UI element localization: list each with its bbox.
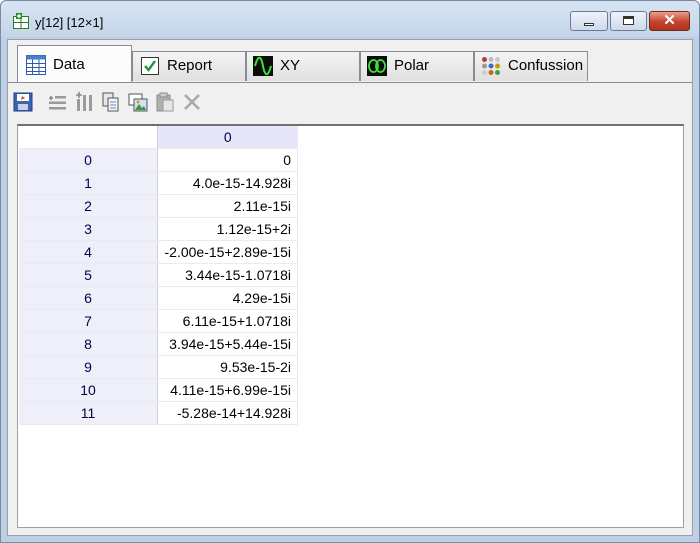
tab-confussion[interactable]: Confussion — [474, 51, 588, 81]
row-header[interactable]: 11 — [19, 401, 158, 425]
table-cell[interactable]: -2.00e-15+2.89e-15i — [157, 240, 298, 264]
tab-confussion-label: Confussion — [508, 57, 584, 74]
add-columns-icon[interactable] — [73, 91, 95, 113]
row-header[interactable]: 4 — [19, 240, 158, 264]
row-header[interactable]: 0 — [19, 148, 158, 172]
grid-corner — [19, 126, 158, 149]
save-icon[interactable] — [12, 91, 34, 113]
table-cell[interactable]: 1.12e-15+2i — [157, 217, 298, 241]
tab-strip: Data Report XY Polar Confussion — [8, 40, 692, 83]
table-cell[interactable]: 0 — [157, 148, 298, 172]
table-row[interactable]: 11 -5.28e-14+14.928i — [19, 401, 298, 425]
tab-polar-label: Polar — [394, 57, 430, 74]
toolbar — [8, 83, 692, 121]
data-table: 0 0 0 1 4.0e-15-14.928i 2 2.11e-15i 3 1.12e-15+… — [19, 126, 298, 425]
close-icon: ✕ — [663, 12, 676, 29]
tab-data[interactable]: Data — [17, 45, 132, 82]
window-title: y[12] [12×1] — [35, 15, 104, 30]
client-area: Data Report XY Polar Confussion 0 0 0 1 … — [7, 39, 693, 536]
paste-icon[interactable] — [154, 91, 176, 113]
maximize-button[interactable] — [610, 11, 647, 31]
polar-plot-icon — [367, 56, 387, 76]
table-cell[interactable]: 6.11e-15+1.0718i — [157, 309, 298, 333]
row-header[interactable]: 9 — [19, 355, 158, 379]
copy-icon[interactable] — [100, 91, 122, 113]
close-button[interactable]: ✕ — [649, 11, 690, 31]
table-row[interactable]: 6 4.29e-15i — [19, 286, 298, 310]
data-grid[interactable]: 0 0 0 1 4.0e-15-14.928i 2 2.11e-15i 3 1.12e-15+… — [17, 124, 684, 528]
waveform-icon — [253, 56, 273, 76]
table-row[interactable]: 2 2.11e-15i — [19, 194, 298, 218]
row-header[interactable]: 6 — [19, 286, 158, 310]
table-cell[interactable]: 9.53e-15-2i — [157, 355, 298, 379]
table-cell[interactable]: 3.94e-15+5.44e-15i — [157, 332, 298, 356]
checkbox-icon — [141, 57, 159, 75]
row-header[interactable]: 3 — [19, 217, 158, 241]
table-row[interactable]: 7 6.11e-15+1.0718i — [19, 309, 298, 333]
row-header[interactable]: 5 — [19, 263, 158, 287]
tab-xy[interactable]: XY — [246, 51, 360, 81]
table-cell[interactable]: -5.28e-14+14.928i — [157, 401, 298, 425]
row-header[interactable]: 1 — [19, 171, 158, 195]
table-row[interactable]: 8 3.94e-15+5.44e-15i — [19, 332, 298, 356]
table-icon — [26, 55, 46, 75]
table-row[interactable]: 3 1.12e-15+2i — [19, 217, 298, 241]
title-bar[interactable]: y[12] [12×1] ✕ — [1, 1, 699, 39]
app-window: y[12] [12×1] ✕ Data Report XY Polar Conf… — [0, 0, 700, 543]
table-row[interactable]: 10 4.11e-15+6.99e-15i — [19, 378, 298, 402]
image-icon[interactable] — [127, 91, 149, 113]
table-row[interactable]: 1 4.0e-15-14.928i — [19, 171, 298, 195]
minimize-button[interactable] — [570, 11, 608, 31]
row-header[interactable]: 7 — [19, 309, 158, 333]
tab-report[interactable]: Report — [132, 51, 246, 81]
table-cell[interactable]: 3.44e-15-1.0718i — [157, 263, 298, 287]
tab-xy-label: XY — [280, 57, 301, 74]
column-header[interactable]: 0 — [157, 126, 298, 149]
table-row[interactable]: 00 — [19, 148, 298, 172]
table-cell[interactable]: 4.29e-15i — [157, 286, 298, 310]
tab-report-label: Report — [167, 57, 213, 74]
table-row[interactable]: 9 9.53e-15-2i — [19, 355, 298, 379]
dots-grid-icon — [482, 57, 500, 75]
row-header[interactable]: 2 — [19, 194, 158, 218]
row-header[interactable]: 8 — [19, 332, 158, 356]
add-rows-icon[interactable] — [46, 91, 68, 113]
table-cell[interactable]: 4.0e-15-14.928i — [157, 171, 298, 195]
row-header[interactable]: 10 — [19, 378, 158, 402]
table-row[interactable]: 4 -2.00e-15+2.89e-15i — [19, 240, 298, 264]
tab-data-label: Data — [53, 56, 85, 73]
matrix-app-icon — [13, 13, 29, 29]
delete-icon[interactable] — [181, 91, 203, 113]
table-cell[interactable]: 4.11e-15+6.99e-15i — [157, 378, 298, 402]
header-row: 0 — [19, 126, 298, 149]
table-row[interactable]: 5 3.44e-15-1.0718i — [19, 263, 298, 287]
table-cell[interactable]: 2.11e-15i — [157, 194, 298, 218]
tab-polar[interactable]: Polar — [360, 51, 474, 81]
